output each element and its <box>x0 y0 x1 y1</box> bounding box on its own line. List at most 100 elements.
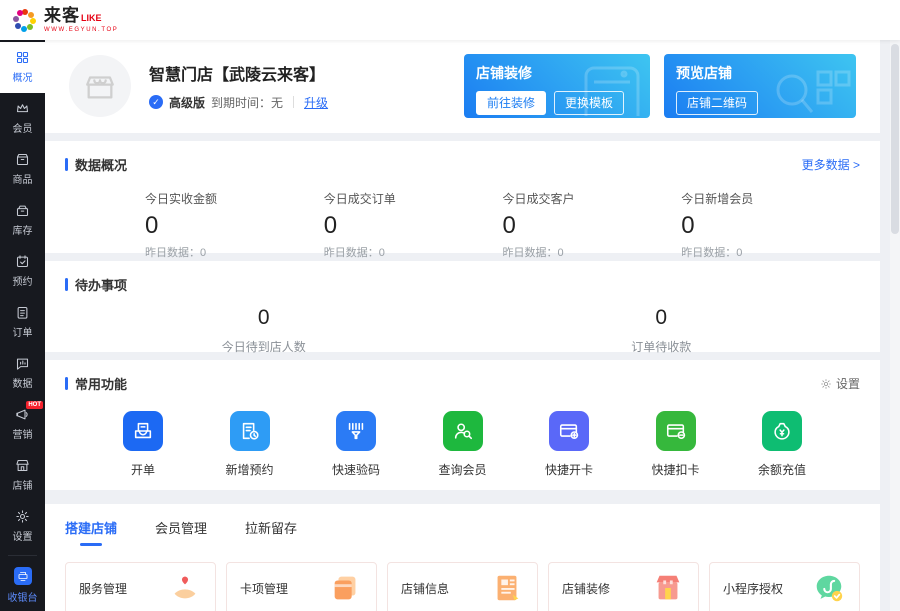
card-plus-icon <box>558 420 580 442</box>
promo-title: 预览店铺 <box>676 63 844 83</box>
quick-action-recharge[interactable]: 余额充值 <box>746 411 818 478</box>
main-content: 智慧门店【武陵云来客】 ✓ 高级版 到期时间：无 升级 店铺装修 前往装修 更换… <box>45 40 900 611</box>
sidebar-label: 预约 <box>13 273 33 288</box>
store-name: 智慧门店【武陵云来客】 <box>149 61 328 85</box>
miniprogram-check-icon <box>812 571 846 605</box>
quick-settings-button[interactable]: 设置 <box>820 375 860 392</box>
sidebar-label: 商品 <box>13 171 33 186</box>
sidebar-item-products[interactable]: 商品 <box>0 144 45 195</box>
tab-acquisition-retention[interactable]: 拉新留存 <box>245 518 297 546</box>
grid-icon <box>15 50 30 65</box>
card-minus-icon <box>665 420 687 442</box>
sidebar-label: 店铺 <box>13 477 33 492</box>
quick-action-deduct-card[interactable]: 快捷扣卡 <box>640 411 712 478</box>
sidebar-divider <box>8 555 37 556</box>
todo-card: 待办事项 0 今日待到店人数 0 订单待收款 <box>45 261 880 352</box>
shortcut-service-management[interactable]: 服务管理 <box>65 562 216 611</box>
hot-badge: HOT <box>26 401 43 409</box>
gear-icon <box>820 378 832 390</box>
sidebar-item-orders[interactable]: 订单 <box>0 297 45 348</box>
tab-member-management[interactable]: 会员管理 <box>155 518 207 546</box>
brand-name: 来客 <box>44 6 80 25</box>
sidebar-label: 设置 <box>13 528 33 543</box>
quick-action-billing[interactable]: 开单 <box>107 411 179 478</box>
quick-action-new-appointment[interactable]: 新增预约 <box>214 411 286 478</box>
shortcut-card-management[interactable]: 卡项管理 <box>226 562 377 611</box>
sidebar-label: 数据 <box>13 375 33 390</box>
sidebar-label: 库存 <box>13 222 33 237</box>
storefront-icon <box>15 458 30 473</box>
doc-clock-icon <box>239 420 261 442</box>
quick-actions-card: 常用功能 设置 开单 新增预约 <box>45 360 880 490</box>
guide-tabs-card: 搭建店铺 会员管理 拉新留存 服务管理 卡项管理 <box>45 504 880 611</box>
member-search-icon <box>452 420 474 442</box>
data-overview-card: 数据概况 更多数据 > 今日实收金额 0 昨日数据：0 今日成交订单 0 昨日数… <box>45 141 880 253</box>
todo-pending-payment: 0 订单待收款 <box>463 306 861 355</box>
stat-today-customers: 今日成交客户 0 昨日数据：0 <box>503 190 682 260</box>
sidebar-item-settings[interactable]: 设置 <box>0 500 45 551</box>
sidebar-item-appointments[interactable]: 预约 <box>0 246 45 297</box>
shop-qrcode-button[interactable]: 店铺二维码 <box>676 91 758 116</box>
quick-action-search-member[interactable]: 查询会员 <box>427 411 499 478</box>
sidebar-nav: 概况 会员 商品 库存 预约 订单 数据 HOT 营销 店铺 设置 <box>0 40 45 611</box>
tab-build-shop[interactable]: 搭建店铺 <box>65 518 117 546</box>
chart-bubble-icon <box>15 356 30 371</box>
barcode-scan-icon <box>345 420 367 442</box>
sidebar-item-inventory[interactable]: 库存 <box>0 195 45 246</box>
clipboard-icon <box>15 305 30 320</box>
gear-icon <box>15 509 30 524</box>
archive-icon <box>15 203 30 218</box>
sidebar-item-overview[interactable]: 概况 <box>0 42 45 93</box>
todo-arrivals: 0 今日待到店人数 <box>65 306 463 355</box>
go-decorate-button[interactable]: 前往装修 <box>476 91 546 116</box>
active-tab-indicator <box>80 543 102 546</box>
brand-url: WWW.EGYUN.TOP <box>44 27 118 33</box>
box-icon <box>15 152 30 167</box>
sidebar-label: 概况 <box>13 69 33 84</box>
shortcut-shop-info[interactable]: 店铺信息 <box>387 562 538 611</box>
section-title: 常用功能 <box>75 374 127 393</box>
bill-icon <box>132 420 154 442</box>
money-pouch-icon <box>771 420 793 442</box>
sidebar-item-cashier[interactable]: 收银台 <box>0 560 45 611</box>
upgrade-link[interactable]: 升级 <box>304 94 328 111</box>
quick-action-verify-code[interactable]: 快速验码 <box>320 411 392 478</box>
scrollbar[interactable] <box>890 40 900 611</box>
vip-check-icon: ✓ <box>149 95 163 109</box>
sidebar-item-members[interactable]: 会员 <box>0 93 45 144</box>
brand-suffix: LIKE <box>81 13 102 23</box>
section-accent-bar <box>65 158 68 171</box>
sidebar-item-shop[interactable]: 店铺 <box>0 449 45 500</box>
doc-edit-icon <box>490 571 524 605</box>
more-data-link[interactable]: 更多数据 > <box>802 156 860 173</box>
scrollbar-thumb[interactable] <box>891 44 899 234</box>
shortcut-shop-decorate[interactable]: 店铺装修 <box>548 562 699 611</box>
sidebar-item-data[interactable]: 数据 <box>0 347 45 398</box>
section-accent-bar <box>65 278 68 291</box>
section-title: 数据概况 <box>75 155 127 174</box>
section-accent-bar <box>65 377 68 390</box>
brand-burst-icon <box>12 7 38 33</box>
sidebar-label: 订单 <box>13 324 33 339</box>
quick-action-open-card[interactable]: 快捷开卡 <box>533 411 605 478</box>
megaphone-icon <box>15 407 30 422</box>
crown-icon <box>15 101 30 116</box>
app-logo[interactable]: 来客LIKE WWW.EGYUN.TOP <box>12 7 118 33</box>
promo-title: 店铺装修 <box>476 63 638 83</box>
cards-stack-icon <box>329 571 363 605</box>
cashier-icon <box>14 567 32 585</box>
top-header: 来客LIKE WWW.EGYUN.TOP <box>0 0 900 40</box>
hand-heart-icon <box>168 571 202 605</box>
store-header-card: 智慧门店【武陵云来客】 ✓ 高级版 到期时间：无 升级 店铺装修 前往装修 更换… <box>45 40 880 133</box>
sidebar-item-marketing[interactable]: HOT 营销 <box>0 398 45 449</box>
sidebar-label: 会员 <box>13 120 33 135</box>
store-avatar-icon <box>83 69 117 103</box>
decorate-shop-card: 店铺装修 前往装修 更换模板 <box>464 54 650 118</box>
store-avatar <box>69 55 131 117</box>
storefront-paint-icon <box>651 571 685 605</box>
change-template-button[interactable]: 更换模板 <box>554 91 624 116</box>
section-title: 待办事项 <box>75 275 127 294</box>
expire-label: 到期时间：无 <box>211 94 283 111</box>
shortcut-miniprogram-auth[interactable]: 小程序授权 <box>709 562 860 611</box>
calendar-check-icon <box>15 254 30 269</box>
